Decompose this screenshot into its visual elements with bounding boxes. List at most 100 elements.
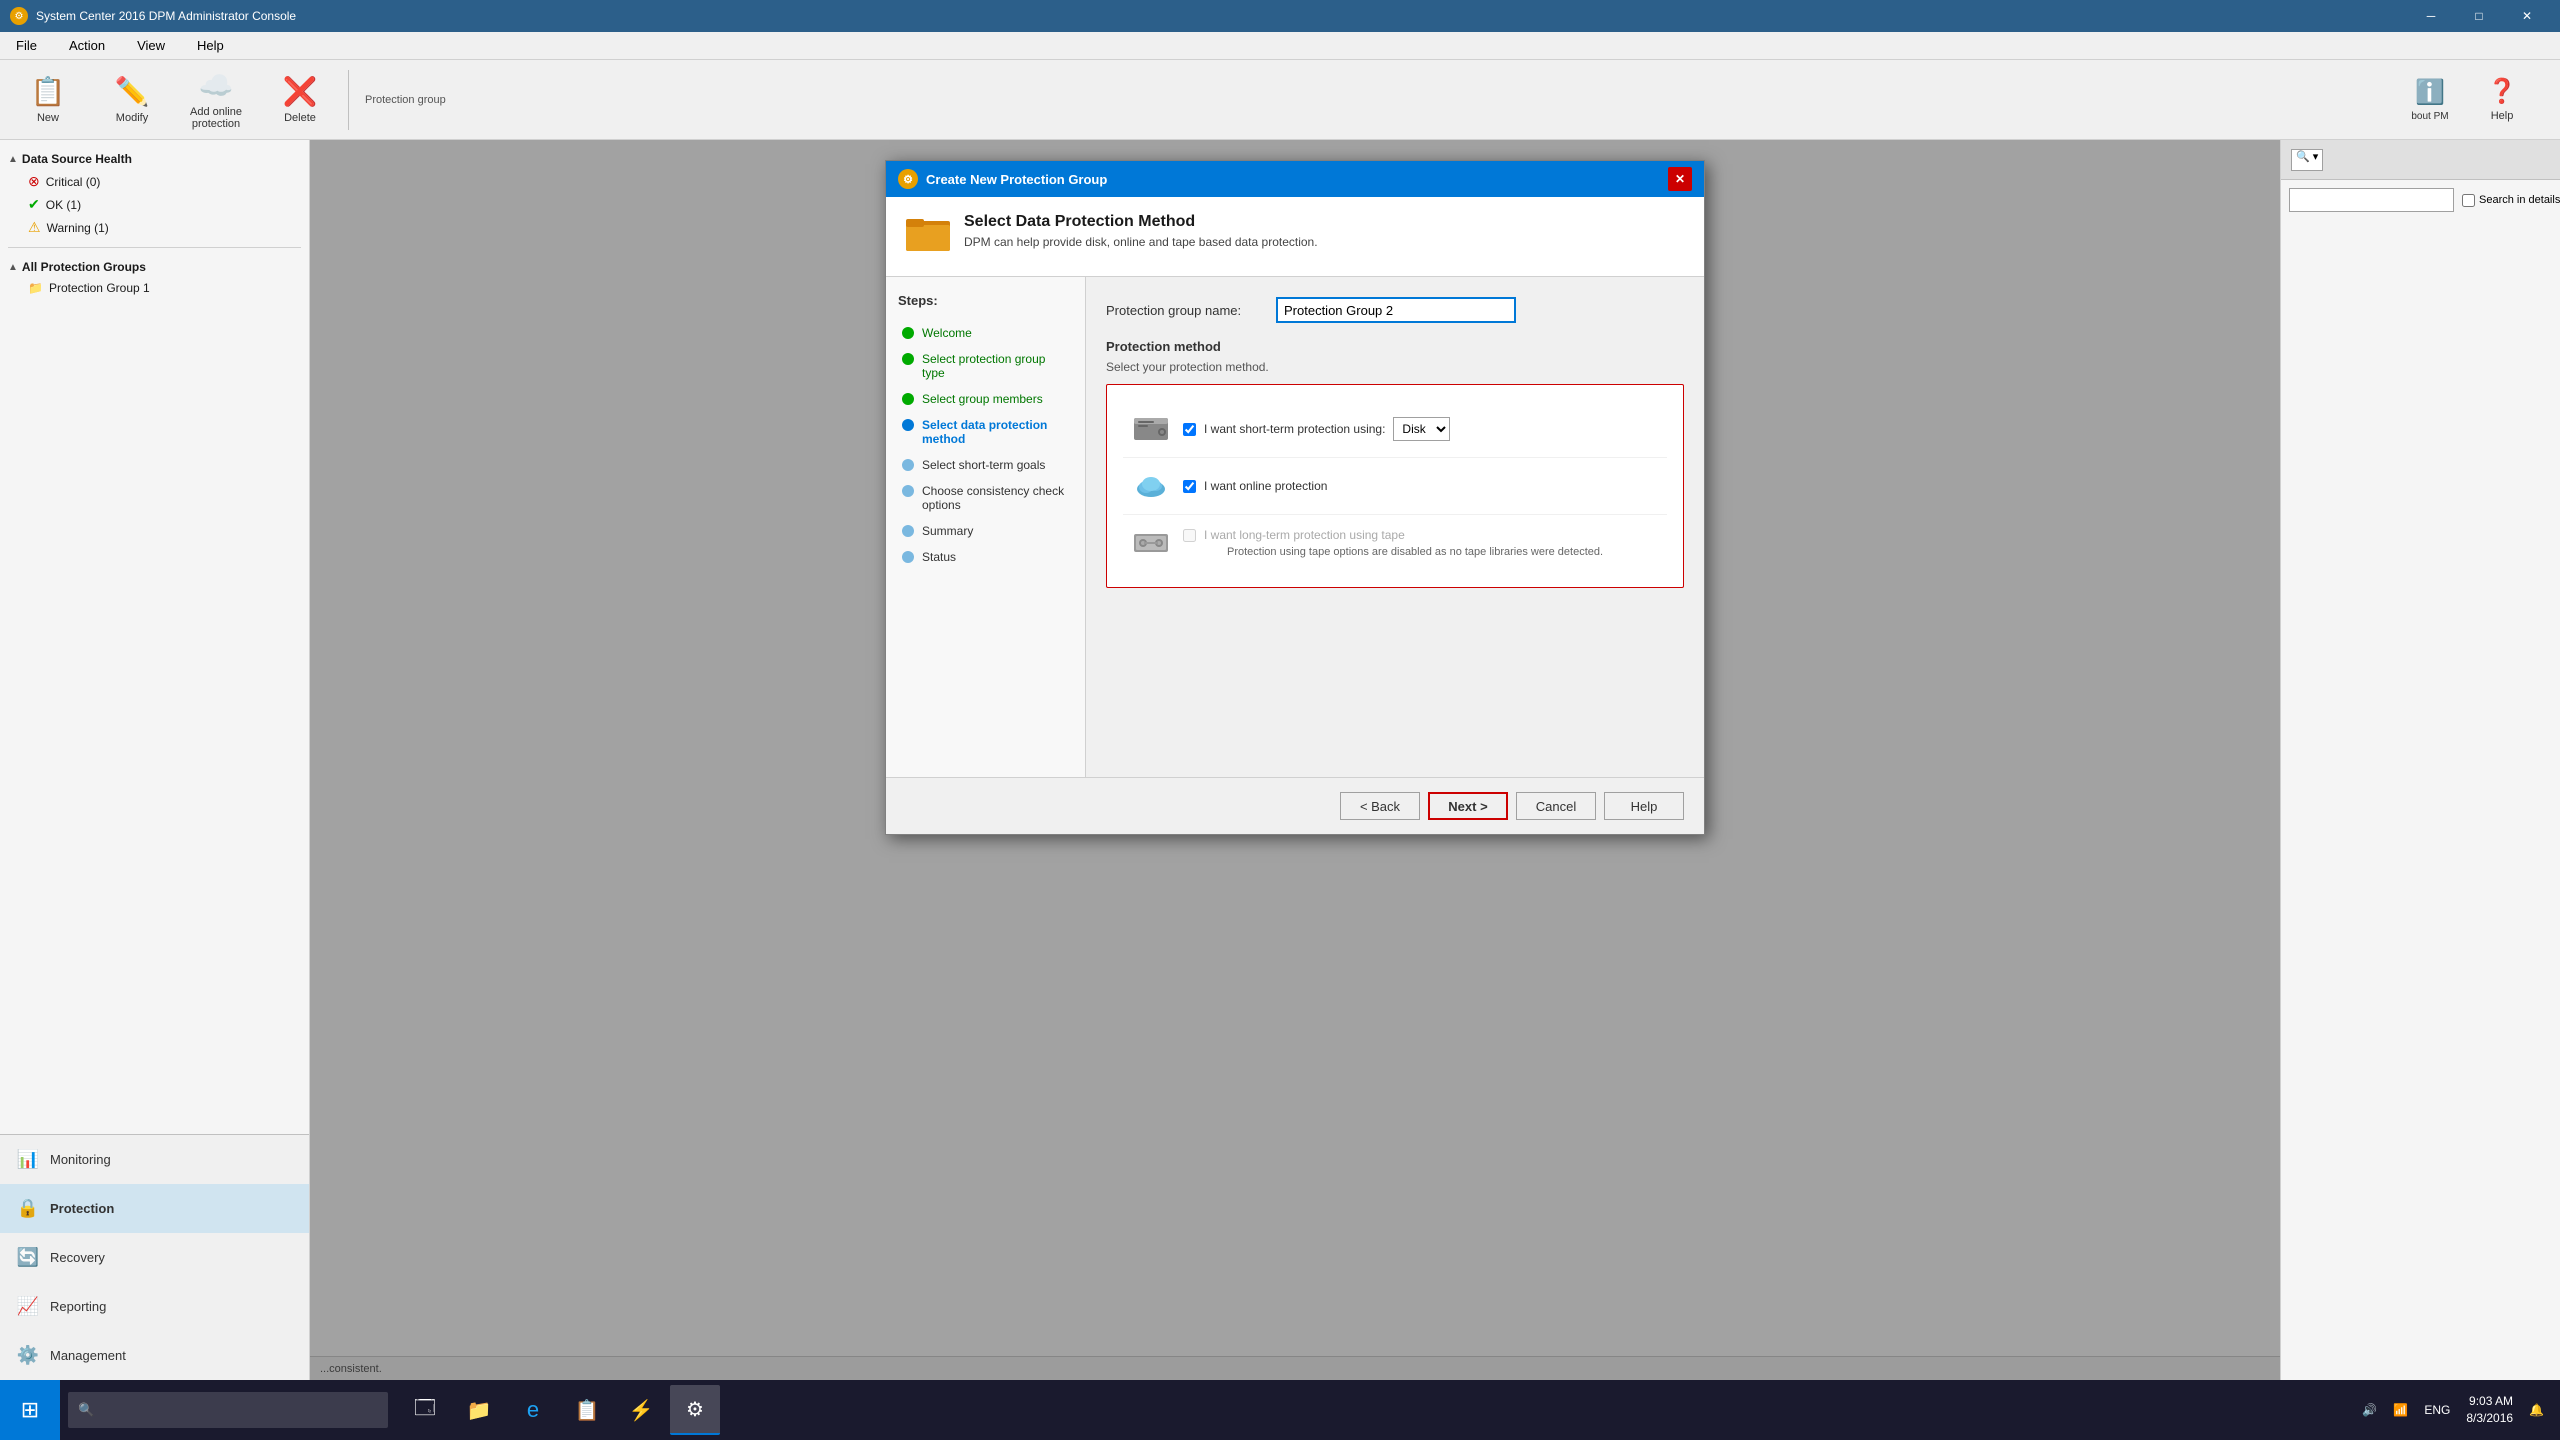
nav-label-reporting: Reporting xyxy=(50,1299,106,1314)
toolbar: 📋 New ✏️ Modify ☁️ Add online protection… xyxy=(0,60,2560,140)
step-bullet-welcome xyxy=(902,327,914,339)
online-check-label: I want online protection xyxy=(1183,479,1327,493)
pg1-label: Protection Group 1 xyxy=(49,281,150,295)
taskbar-app-notes[interactable]: 📋 xyxy=(562,1385,612,1435)
toolbar-add-online-label: Add online protection xyxy=(190,106,242,130)
dialog-header-title: Select Data Protection Method xyxy=(964,213,1318,231)
step-select-members[interactable]: Select group members xyxy=(898,386,1073,412)
step-bullet-summary xyxy=(902,525,914,537)
nav-label-recovery: Recovery xyxy=(50,1250,105,1265)
next-button[interactable]: Next > xyxy=(1428,792,1508,820)
sidebar-item-critical[interactable]: ⊗ Critical (0) xyxy=(8,170,301,193)
taskbar-volume-icon[interactable]: 🔊 xyxy=(2362,1403,2377,1417)
start-button[interactable]: ⊞ xyxy=(0,1380,60,1440)
nav-bottom: 📊 Monitoring 🔒 Protection 🔄 Recovery 📈 R… xyxy=(0,1134,309,1380)
nav-item-reporting[interactable]: 📈 Reporting xyxy=(0,1282,309,1331)
nav-label-monitoring: Monitoring xyxy=(50,1152,111,1167)
toolbar-info-button[interactable]: ℹ️ bout PM xyxy=(2400,64,2460,136)
sidebar-item-pg1[interactable]: 📁 Protection Group 1 xyxy=(8,278,301,298)
menu-bar: File Action View Help xyxy=(0,32,2560,60)
step-label-status: Status xyxy=(922,550,956,564)
tape-note: Protection using tape options are disabl… xyxy=(1183,546,1603,558)
step-consistency-check[interactable]: Choose consistency check options xyxy=(898,478,1073,518)
taskbar-app-browser[interactable]: e xyxy=(508,1385,558,1435)
modal-overlay: ⚙ Create New Protection Group ✕ xyxy=(310,140,2280,1380)
ok-icon: ✔ xyxy=(28,196,40,213)
protection-options-box: I want short-term protection using: Disk… xyxy=(1106,384,1684,588)
dialog-title-bar: ⚙ Create New Protection Group ✕ xyxy=(886,161,1704,197)
back-button[interactable]: < Back xyxy=(1340,792,1420,820)
step-label-type: Select protection group type xyxy=(922,352,1069,380)
tree-label-health: Data Source Health xyxy=(22,152,132,166)
taskbar-app-dpm[interactable]: ⚙ xyxy=(670,1385,720,1435)
nav-item-protection[interactable]: 🔒 Protection xyxy=(0,1184,309,1233)
toolbar-new-button[interactable]: 📋 New xyxy=(8,64,88,136)
taskbar-app-terminal[interactable]: ⚡ xyxy=(616,1385,666,1435)
menu-help[interactable]: Help xyxy=(189,34,232,57)
taskbar-notification-icon[interactable]: 🔔 xyxy=(2529,1403,2544,1417)
taskbar-app-task-view[interactable]: 🗔 xyxy=(400,1385,450,1435)
disk-type-dropdown[interactable]: Disk Tape xyxy=(1393,417,1450,441)
dialog-title-icon: ⚙ xyxy=(898,169,918,189)
window-controls: ─ □ ✕ xyxy=(2408,0,2550,32)
search-dropdown-right[interactable]: 🔍 ▾ xyxy=(2291,149,2323,171)
step-bullet-consistency xyxy=(902,485,914,497)
sidebar: ▲ Data Source Health ⊗ Critical (0) ✔ OK… xyxy=(0,140,310,1380)
step-welcome[interactable]: Welcome xyxy=(898,320,1073,346)
minimize-button[interactable]: ─ xyxy=(2408,0,2454,32)
menu-view[interactable]: View xyxy=(129,34,173,57)
taskbar-network-icon[interactable]: 📶 xyxy=(2393,1403,2408,1417)
nav-item-recovery[interactable]: 🔄 Recovery xyxy=(0,1233,309,1282)
tape-option-container: I want long-term protection using tape P… xyxy=(1183,528,1603,558)
dialog-body: Steps: Welcome Select protection group t… xyxy=(886,277,1704,777)
step-short-term-goals[interactable]: Select short-term goals xyxy=(898,452,1073,478)
search-input[interactable] xyxy=(2289,188,2454,212)
dialog-header-icon xyxy=(906,213,950,260)
menu-action[interactable]: Action xyxy=(61,34,113,57)
taskbar-clock[interactable]: 9:03 AM 8/3/2016 xyxy=(2466,1393,2513,1427)
tape-checkbox[interactable] xyxy=(1183,529,1196,542)
toolbar-help-label: Help xyxy=(2491,110,2514,122)
search-box: Search in details also (Slow) xyxy=(2281,180,2560,220)
dialog-close-button[interactable]: ✕ xyxy=(1668,167,1692,191)
toolbar-modify-button[interactable]: ✏️ Modify xyxy=(92,64,172,136)
tree-toggle-health: ▲ xyxy=(8,154,18,165)
taskbar-date: 8/3/2016 xyxy=(2466,1410,2513,1427)
nav-item-monitoring[interactable]: 📊 Monitoring xyxy=(0,1135,309,1184)
step-select-method[interactable]: Select data protection method xyxy=(898,412,1073,452)
tree-header-groups[interactable]: ▲ All Protection Groups xyxy=(8,256,301,278)
critical-icon: ⊗ xyxy=(28,173,40,190)
close-button[interactable]: ✕ xyxy=(2504,0,2550,32)
step-select-type[interactable]: Select protection group type xyxy=(898,346,1073,386)
method-label: Select your protection method. xyxy=(1106,360,1684,374)
add-online-icon: ☁️ xyxy=(199,69,234,102)
search-details-checkbox[interactable] xyxy=(2462,194,2475,207)
step-status[interactable]: Status xyxy=(898,544,1073,570)
taskbar: ⊞ 🔍 🗔 📁 e 📋 ⚡ ⚙ 🔊 📶 ENG 9:03 AM 8/3/2016… xyxy=(0,1380,2560,1440)
maximize-button[interactable]: □ xyxy=(2456,0,2502,32)
search-details-label: Search in details also (Slow) xyxy=(2462,194,2560,207)
cancel-button[interactable]: Cancel xyxy=(1516,792,1596,820)
taskbar-search[interactable]: 🔍 xyxy=(68,1392,388,1428)
taskbar-app-file-explorer[interactable]: 📁 xyxy=(454,1385,504,1435)
toolbar-help-button[interactable]: ❓ Help xyxy=(2472,64,2532,136)
toolbar-group-label: Protection group xyxy=(357,94,454,106)
step-bullet-status xyxy=(902,551,914,563)
toolbar-add-online-button[interactable]: ☁️ Add online protection xyxy=(176,64,256,136)
toolbar-delete-label: Delete xyxy=(284,112,316,124)
disk-checkbox[interactable] xyxy=(1183,423,1196,436)
nav-item-management[interactable]: ⚙️ Management xyxy=(0,1331,309,1380)
sidebar-item-ok[interactable]: ✔ OK (1) xyxy=(8,193,301,216)
new-icon: 📋 xyxy=(31,75,66,108)
disk-check-label: I want short-term protection using: Disk… xyxy=(1183,417,1450,441)
step-summary[interactable]: Summary xyxy=(898,518,1073,544)
disk-option-label: I want short-term protection using: xyxy=(1204,422,1385,436)
tree-header-health[interactable]: ▲ Data Source Health xyxy=(8,148,301,170)
toolbar-delete-button[interactable]: ❌ Delete xyxy=(260,64,340,136)
taskbar-lang-icon: ENG xyxy=(2424,1403,2450,1417)
online-checkbox[interactable] xyxy=(1183,480,1196,493)
help-button[interactable]: Help xyxy=(1604,792,1684,820)
group-name-input[interactable] xyxy=(1276,297,1516,323)
menu-file[interactable]: File xyxy=(8,34,45,57)
sidebar-item-warning[interactable]: ⚠ Warning (1) xyxy=(8,216,301,239)
